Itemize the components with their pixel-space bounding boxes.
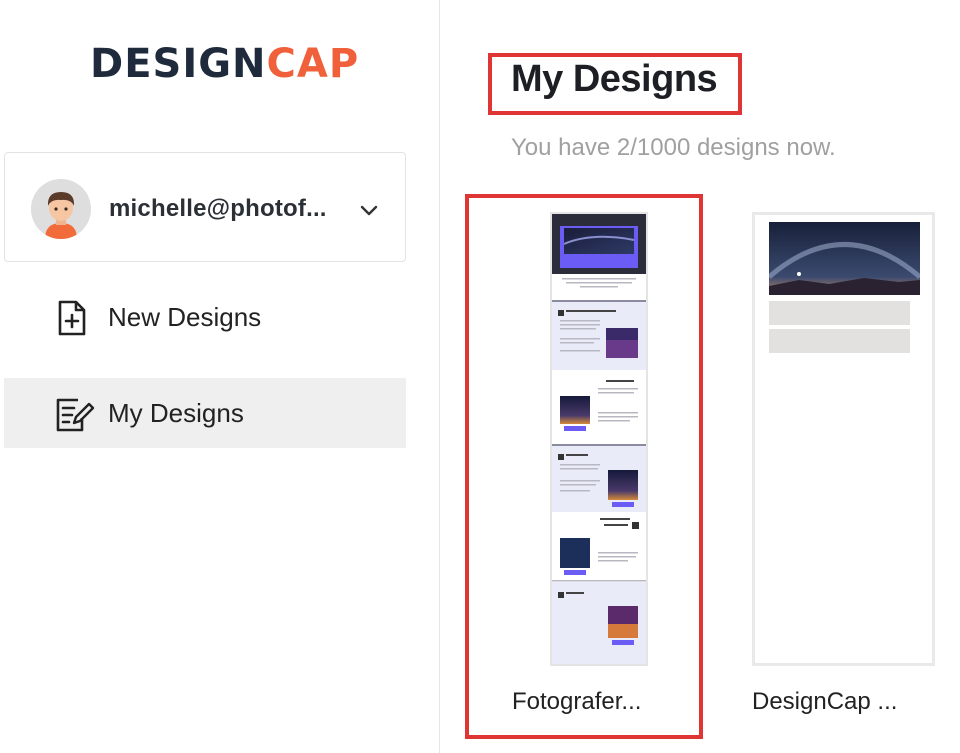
- main-content: My Designs You have 2/1000 designs now.: [441, 0, 960, 753]
- night-sky-image: [769, 222, 920, 295]
- page-title: My Designs: [511, 58, 718, 100]
- design-thumbnail-2[interactable]: [752, 212, 935, 666]
- sidebar-item-my-designs[interactable]: My Designs: [4, 378, 406, 448]
- designs-count-text: You have 2/1000 designs now.: [511, 134, 836, 161]
- design-thumbnail-preview: [552, 214, 646, 664]
- new-document-icon: [52, 298, 92, 338]
- design-thumbnail-1[interactable]: [550, 212, 648, 666]
- sidebar-item-label: My Designs: [108, 398, 244, 428]
- design-name[interactable]: DesignCap ...: [752, 688, 897, 716]
- sidebar: DESIGNCAP michelle@photof... New Designs…: [0, 0, 440, 753]
- logo-text-design: DESIGN: [90, 41, 267, 87]
- placeholder-bar: [769, 301, 910, 325]
- account-selector[interactable]: michelle@photof...: [4, 152, 406, 262]
- sidebar-item-new-designs[interactable]: New Designs: [4, 282, 406, 352]
- logo-text-cap: CAP: [266, 41, 360, 87]
- design-name[interactable]: Fotografer...: [512, 688, 641, 716]
- avatar: [31, 179, 91, 239]
- edit-document-icon: [52, 394, 95, 434]
- placeholder-bar: [769, 329, 910, 353]
- chevron-down-icon[interactable]: [357, 199, 381, 223]
- designcap-logo[interactable]: DESIGNCAP: [90, 40, 359, 88]
- account-email: michelle@photof...: [109, 195, 327, 222]
- sidebar-item-label: New Designs: [108, 302, 262, 332]
